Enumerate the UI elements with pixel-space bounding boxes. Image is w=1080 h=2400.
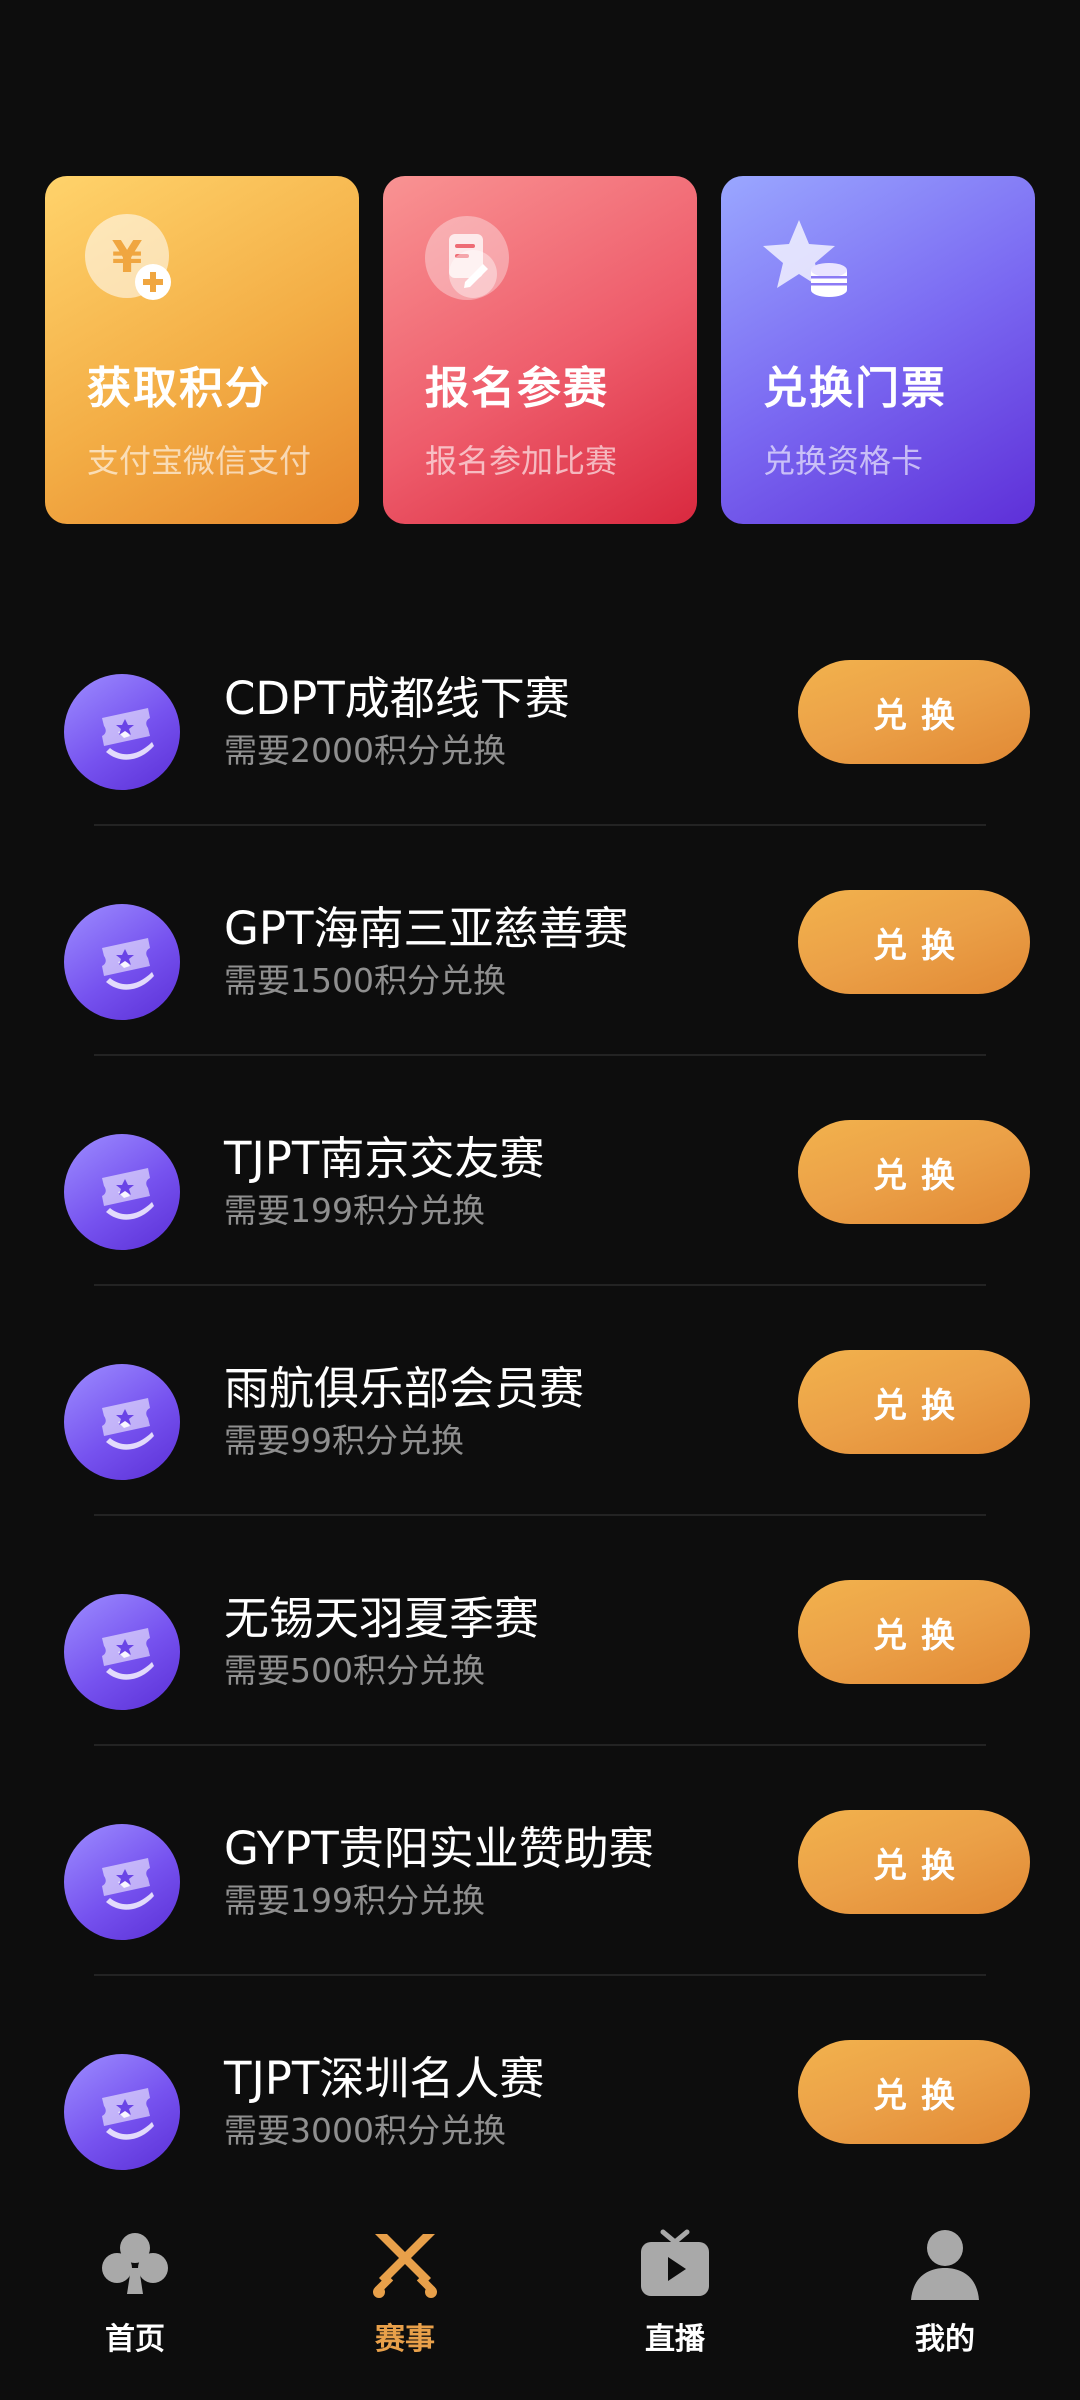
screen: ¥ 获取积分 支付宝微信支付 报名参赛 报名参加比赛 兑换门票 兑换资格卡 CD… [0, 0, 1080, 2400]
ticket-icon [64, 1134, 180, 1250]
points-required: 需要3000积分兑换 [224, 2111, 506, 2150]
tab-events[interactable]: 赛事 [270, 2200, 540, 2400]
list-item: CDPT成都线下赛需要2000积分兑换 兑换 [0, 620, 1080, 850]
points-required: 需要2000积分兑换 [224, 731, 506, 770]
bottom-nav: 首页 赛事 直播 我的 [0, 2200, 1080, 2400]
divider [94, 1744, 986, 1746]
redeem-button[interactable]: 兑换 [798, 2040, 1030, 2144]
points-required: 需要99积分兑换 [224, 1421, 464, 1460]
tab-mine[interactable]: 我的 [810, 2200, 1080, 2400]
ticket-icon [64, 674, 180, 790]
user-icon [909, 2228, 981, 2300]
list-item: GPT海南三亚慈善赛需要1500积分兑换 兑换 [0, 850, 1080, 1080]
tab-home[interactable]: 首页 [0, 2200, 270, 2400]
tab-live[interactable]: 直播 [540, 2200, 810, 2400]
tab-label: 赛事 [375, 2322, 435, 2357]
divider [94, 1514, 986, 1516]
ticket-icon [64, 1824, 180, 1940]
club-suit-icon [99, 2228, 171, 2300]
points-required: 需要199积分兑换 [224, 1881, 485, 1920]
get-points-card[interactable]: ¥ 获取积分 支付宝微信支付 [45, 176, 359, 524]
crossed-swords-icon [369, 2228, 441, 2300]
tab-label: 我的 [915, 2322, 975, 2357]
tournament-name: GYPT贵阳实业赞助赛 [224, 1822, 654, 1875]
tournament-name: 雨航俱乐部会员赛 [224, 1362, 585, 1415]
tournament-name: TJPT深圳名人赛 [224, 2052, 545, 2105]
redeem-button[interactable]: 兑换 [798, 890, 1030, 994]
tab-label: 直播 [645, 2322, 705, 2357]
list-item: 无锡天羽夏季赛需要500积分兑换 兑换 [0, 1540, 1080, 1770]
tv-play-icon [639, 2228, 711, 2300]
ticket-icon [64, 904, 180, 1020]
list-item: TJPT南京交友赛需要199积分兑换 兑换 [0, 1080, 1080, 1310]
yen-plus-icon: ¥ [83, 212, 183, 312]
card-title: 报名参赛 [425, 363, 609, 414]
redeem-button[interactable]: 兑换 [798, 1810, 1030, 1914]
redeem-button[interactable]: 兑换 [798, 1580, 1030, 1684]
redeem-button[interactable]: 兑换 [798, 1120, 1030, 1224]
points-required: 需要500积分兑换 [224, 1651, 485, 1690]
tournament-name: GPT海南三亚慈善赛 [224, 902, 629, 955]
points-required: 需要199积分兑换 [224, 1191, 485, 1230]
ticket-icon [64, 1594, 180, 1710]
document-edit-icon [421, 212, 521, 312]
divider [94, 1974, 986, 1976]
tournament-list: CDPT成都线下赛 需要2000积分兑换 兑换 GPT海南三亚慈善赛 需要1500积分兑… [0, 620, 1080, 2230]
register-card[interactable]: 报名参赛 报名参加比赛 [383, 176, 697, 524]
list-item: 雨航俱乐部会员赛需要99积分兑换 兑换 [0, 1310, 1080, 1540]
tournament-name: TJPT南京交友赛 [224, 1132, 545, 1185]
star-coins-icon [759, 212, 859, 312]
list-item: GYPT贵阳实业赞助赛需要199积分兑换 兑换 [0, 1770, 1080, 2000]
redeem-ticket-card[interactable]: 兑换门票 兑换资格卡 [721, 176, 1035, 524]
tournament-name: 无锡天羽夏季赛 [224, 1592, 540, 1645]
points-required: 需要1500积分兑换 [224, 961, 506, 1000]
card-subtitle: 支付宝微信支付 [87, 442, 312, 480]
redeem-button[interactable]: 兑换 [798, 660, 1030, 764]
list-item: TJPT深圳名人赛需要3000积分兑换 兑换 [0, 2000, 1080, 2230]
card-title: 兑换门票 [763, 363, 947, 414]
divider [94, 1054, 986, 1056]
divider [94, 1284, 986, 1286]
divider [94, 824, 986, 826]
top-cards: ¥ 获取积分 支付宝微信支付 报名参赛 报名参加比赛 兑换门票 兑换资格卡 [45, 176, 1035, 524]
tab-label: 首页 [105, 2322, 165, 2357]
card-subtitle: 报名参加比赛 [425, 442, 618, 480]
ticket-icon [64, 1364, 180, 1480]
redeem-button[interactable]: 兑换 [798, 1350, 1030, 1454]
card-title: 获取积分 [87, 363, 271, 414]
card-subtitle: 兑换资格卡 [763, 442, 924, 480]
ticket-icon [64, 2054, 180, 2170]
tournament-name: CDPT成都线下赛 [224, 672, 570, 725]
